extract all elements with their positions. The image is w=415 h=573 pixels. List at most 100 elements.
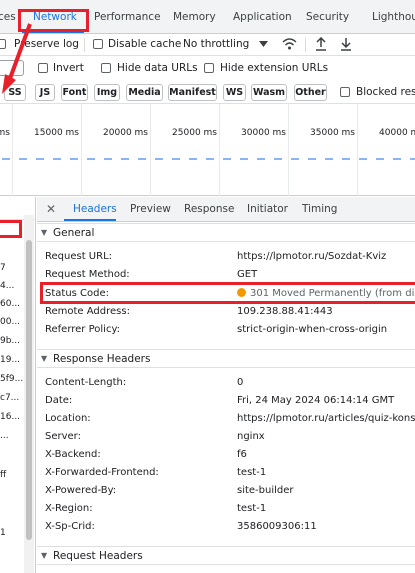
filter-chip-font[interactable]: Font xyxy=(61,84,88,101)
list-item[interactable]: 16... xyxy=(0,412,20,422)
header-value: site-builder xyxy=(237,485,294,496)
request-details-panel: ✕ Headers Preview Response Initiator Tim… xyxy=(37,197,415,573)
tab-initiator[interactable]: Initiator xyxy=(247,203,288,215)
timeline-dash xyxy=(121,158,129,160)
blocked-response-label: Blocked resp xyxy=(356,86,415,98)
tab-headers[interactable]: Headers xyxy=(73,203,117,215)
timeline-dash xyxy=(138,158,146,160)
annotation-arrow xyxy=(2,23,32,94)
timeline-gridline xyxy=(288,104,289,196)
general-section-header[interactable]: ▼ General xyxy=(37,223,415,242)
timeline-dash xyxy=(70,158,78,160)
timeline-dash xyxy=(223,158,231,160)
list-item[interactable]: 5f9... xyxy=(0,374,23,384)
timeline-dash xyxy=(240,158,248,160)
list-item[interactable]: 7 xyxy=(0,263,6,273)
header-key: Request Method: xyxy=(45,269,130,280)
header-value: Fri, 24 May 2024 06:14:14 GMT xyxy=(237,395,395,406)
hide-extension-urls-checkbox[interactable] xyxy=(204,63,214,73)
header-value: 3586009306:11 xyxy=(237,521,317,532)
timeline-tick-label: 15000 ms xyxy=(34,128,79,138)
tab-timing[interactable]: Timing xyxy=(302,203,337,215)
download-icon[interactable] xyxy=(340,37,352,51)
tab-security[interactable]: Security xyxy=(306,11,349,23)
timeline-tick-label: 25000 ms xyxy=(172,128,217,138)
timeline-dash xyxy=(172,158,180,160)
timeline-tick-label: 40000 ms xyxy=(379,128,415,138)
filter-bar: Invert Hide data URLs Hide extension URL… xyxy=(0,56,415,80)
timeline-dash xyxy=(104,158,112,160)
header-value: GET xyxy=(237,269,258,280)
filter-chip-wasm[interactable]: Wasm xyxy=(251,84,287,101)
header-value: 109.238.88.41:443 xyxy=(237,306,333,317)
timeline-tick-label: 20000 ms xyxy=(103,128,148,138)
tab-preview[interactable]: Preview xyxy=(130,203,171,215)
tab-memory[interactable]: Memory xyxy=(173,11,216,23)
upload-icon[interactable] xyxy=(315,37,327,51)
timeline-dash xyxy=(189,158,197,160)
section-title: General xyxy=(53,227,95,239)
list-item[interactable]: c7... xyxy=(0,393,19,403)
tab-application[interactable]: Application xyxy=(233,11,292,23)
timeline-dash xyxy=(342,158,350,160)
timeline-dash xyxy=(87,158,95,160)
filter-chip-media[interactable]: Media xyxy=(126,84,163,101)
timeline-dash xyxy=(36,158,44,160)
header-key: Remote Address: xyxy=(45,306,130,317)
throttling-select[interactable]: No throttling xyxy=(183,38,249,50)
timeline-tick-label: ms xyxy=(0,128,10,138)
section-title: Response Headers xyxy=(53,353,151,365)
timeline-gridline xyxy=(12,104,13,196)
timeline-gridline xyxy=(150,104,151,196)
header-value: strict-origin-when-cross-origin xyxy=(237,324,388,335)
hide-data-urls-checkbox[interactable] xyxy=(101,63,111,73)
list-item[interactable]: ... xyxy=(0,431,9,441)
header-key: X-Powered-By: xyxy=(45,485,117,496)
tab-performance[interactable]: Performance xyxy=(94,11,161,23)
timeline-tick-label: 30000 ms xyxy=(241,128,286,138)
header-value: https://lpmotor.ru/Sozdat-Kviz xyxy=(237,251,387,262)
list-item[interactable]: 00... xyxy=(0,317,20,327)
timeline-gridline xyxy=(219,104,220,196)
scrollbar-thumb[interactable] xyxy=(26,240,32,540)
header-key: X-Forwarded-Frontend: xyxy=(45,467,159,478)
filter-chip-img[interactable]: Img xyxy=(94,84,120,101)
list-item[interactable]: 4... xyxy=(0,281,14,291)
filter-chip-ws[interactable]: WS xyxy=(223,84,246,101)
network-toolbar: Preserve log Disable cache No throttling xyxy=(0,34,415,56)
disable-cache-checkbox[interactable] xyxy=(93,39,103,49)
response-headers-section-header[interactable]: ▼ Response Headers xyxy=(37,349,415,368)
timeline-dash xyxy=(53,158,61,160)
active-tab-indicator xyxy=(64,219,116,221)
list-item[interactable]: 1 xyxy=(0,528,6,538)
timeline-overview[interactable]: ms 15000 ms 20000 ms 25000 ms 30000 ms 3… xyxy=(0,104,415,196)
header-key: Location: xyxy=(45,413,91,424)
list-item[interactable]: 9b... xyxy=(0,336,20,346)
header-key: Server: xyxy=(45,431,81,442)
invert-label: Invert xyxy=(53,62,84,74)
header-value: test-1 xyxy=(237,467,267,478)
request-headers-section-header[interactable]: ▼ Request Headers xyxy=(37,546,415,565)
header-key: X-Backend: xyxy=(45,449,101,460)
list-item[interactable]: ff xyxy=(0,470,6,480)
list-item[interactable]: 19... xyxy=(0,355,20,365)
section-title: Request Headers xyxy=(53,550,143,562)
tab-response[interactable]: Response xyxy=(184,203,234,215)
header-key: Date: xyxy=(45,395,73,406)
blocked-response-checkbox[interactable] xyxy=(340,87,350,97)
tab-lighthouse[interactable]: Lighthouse xyxy=(372,11,415,23)
disable-cache-label: Disable cache xyxy=(108,38,182,50)
timeline-dash xyxy=(325,158,333,160)
header-value: 0 xyxy=(237,377,244,388)
wifi-icon[interactable] xyxy=(282,37,297,51)
chevron-down-icon[interactable] xyxy=(259,41,268,48)
timeline-dash xyxy=(206,158,214,160)
header-key: Referrer Policy: xyxy=(45,324,120,335)
list-item[interactable]: 60... xyxy=(0,299,20,309)
header-key: Request URL: xyxy=(45,251,113,262)
filter-chip-other[interactable]: Other xyxy=(294,84,327,101)
annotation-box-status-code xyxy=(40,282,415,304)
filter-chip-manifest[interactable]: Manifest xyxy=(168,84,217,101)
close-icon[interactable]: ✕ xyxy=(46,202,56,216)
timeline-dash xyxy=(274,158,282,160)
